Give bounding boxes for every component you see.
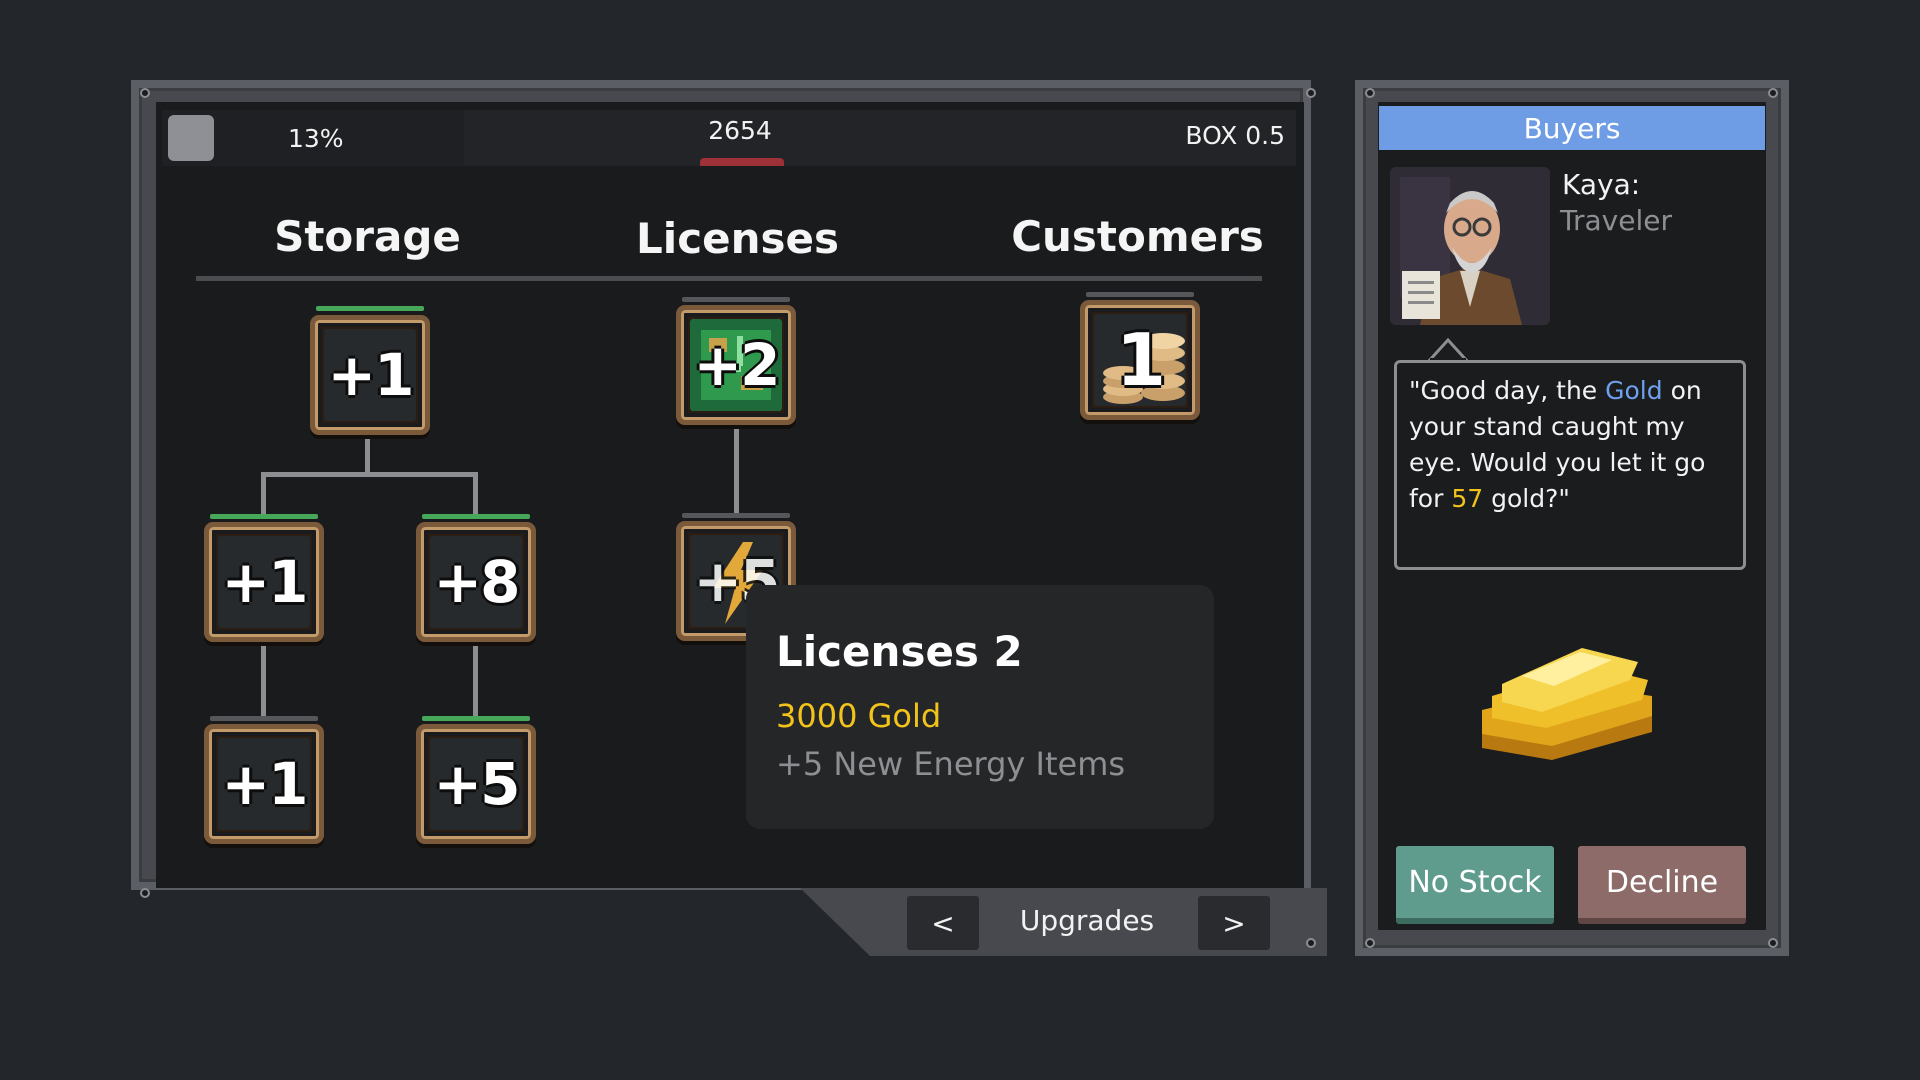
buyer-portrait	[1390, 167, 1550, 325]
gold-bars-icon	[1482, 648, 1652, 760]
tree-connector	[365, 435, 370, 475]
tooltip-description: +5 New Energy Items	[776, 745, 1126, 783]
rivet	[1365, 938, 1375, 948]
upgrade-node-storage-4[interactable]: +1	[204, 724, 324, 844]
node-value: +1	[221, 548, 309, 616]
buyer-role: Traveler	[1560, 204, 1672, 237]
node-cap-locked	[682, 297, 790, 302]
upgrade-node-storage-2[interactable]: +1	[204, 522, 324, 642]
node-cap-unlocked	[210, 514, 318, 519]
rivet	[1306, 938, 1316, 948]
tree-connector	[261, 472, 266, 516]
progress-percent: 13%	[288, 124, 344, 153]
decline-button[interactable]: Decline	[1578, 846, 1746, 924]
tree-connector	[261, 640, 266, 720]
rivet	[1306, 88, 1316, 98]
dialog-price: 57	[1451, 484, 1484, 513]
tree-connector	[473, 472, 478, 516]
upgrade-node-storage-1[interactable]: +1	[310, 315, 430, 435]
tooltip-cost: 3000 Gold	[776, 697, 942, 735]
title-divider	[196, 276, 1262, 281]
node-cap-locked	[1086, 292, 1194, 297]
column-title-customers: Customers	[1011, 212, 1264, 261]
rivet	[1365, 88, 1375, 98]
rivet	[1768, 938, 1778, 948]
upgrade-node-storage-5[interactable]: +5	[416, 724, 536, 844]
traveler-avatar	[1390, 167, 1550, 325]
tree-connector	[734, 425, 739, 517]
node-cap-unlocked	[422, 514, 530, 519]
node-value: +5	[433, 750, 521, 818]
upgrade-node-licenses-1[interactable]: +2	[676, 305, 796, 425]
tree-connector	[261, 472, 478, 477]
upgrade-node-storage-3[interactable]: +8	[416, 522, 536, 642]
buyer-name: Kaya:	[1562, 168, 1641, 201]
page-label: Upgrades	[1019, 904, 1155, 937]
dialog-item-name: Gold	[1605, 376, 1663, 405]
node-value: +1	[221, 750, 309, 818]
node-cap-unlocked	[316, 306, 424, 311]
column-title-licenses: Licenses	[636, 214, 839, 263]
box-level: BOX 0.5	[1185, 121, 1285, 150]
rivet	[1768, 88, 1778, 98]
node-value: 1	[1115, 318, 1166, 402]
node-value: +8	[433, 548, 521, 616]
upgrade-node-customers-1[interactable]: 1	[1080, 300, 1200, 420]
node-value: +2	[693, 331, 781, 399]
prev-page-button[interactable]: <	[907, 896, 979, 950]
no-stock-button[interactable]: No Stock	[1396, 846, 1554, 924]
gold-amount: 2654	[708, 116, 772, 145]
bubble-pointer	[1428, 338, 1468, 362]
upgrade-tooltip: Licenses 2 3000 Gold +5 New Energy Items	[746, 585, 1214, 829]
node-cap-locked	[682, 513, 790, 518]
rivet	[140, 888, 150, 898]
tooltip-title: Licenses 2	[776, 627, 1023, 676]
gold-indicator	[700, 158, 784, 166]
box-icon	[168, 115, 214, 161]
node-cap-unlocked	[422, 716, 530, 721]
node-value: +1	[327, 341, 415, 409]
node-cap-locked	[210, 716, 318, 721]
buyers-header: Buyers	[1379, 106, 1765, 150]
tree-connector	[473, 640, 478, 720]
buyer-dialog: "Good day, the Gold on your stand caught…	[1394, 360, 1746, 570]
dialog-text: "Good day, the Gold on your stand caught…	[1409, 376, 1706, 513]
next-page-button[interactable]: >	[1198, 896, 1270, 950]
column-title-storage: Storage	[274, 212, 461, 261]
rivet	[140, 88, 150, 98]
